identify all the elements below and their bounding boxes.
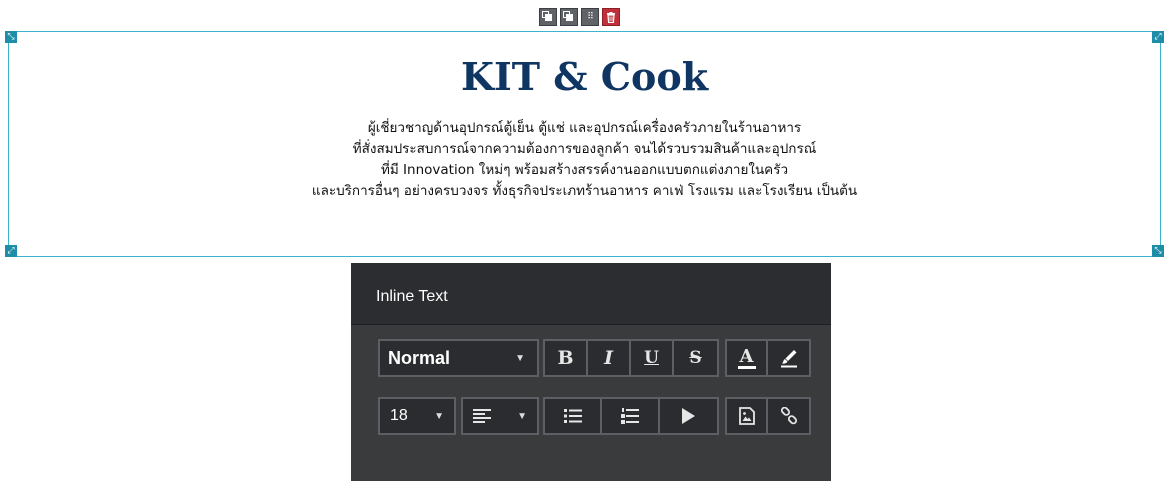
italic-icon: I (604, 347, 613, 369)
grid-icon: ⠿ (587, 11, 594, 22)
resize-handle-bottom-right[interactable]: ⤡ (1152, 245, 1164, 257)
align-select[interactable]: ▼ (461, 397, 539, 435)
image-icon (738, 407, 755, 425)
bold-button[interactable]: B (545, 341, 589, 375)
copy-block-button[interactable] (560, 8, 578, 26)
block-toolbar: ⠿ (539, 8, 620, 26)
clone-block-button[interactable] (539, 8, 557, 26)
copy-icon (562, 10, 573, 21)
resize-handle-top-right[interactable]: ⤢ (1152, 31, 1164, 43)
italic-button[interactable]: I (588, 341, 632, 375)
brush-icon (780, 350, 797, 368)
link-icon (780, 407, 797, 425)
trash-icon (607, 11, 615, 23)
font-size-value: 18 (390, 407, 408, 424)
description-line: ผู้เชี่ยวชาญด้านอุปกรณ์ตู้เย็น ตู้แช่ แล… (367, 120, 802, 136)
delete-block-button[interactable] (602, 8, 620, 26)
insert-image-button[interactable] (727, 399, 769, 433)
text-color-button[interactable]: A (727, 341, 769, 375)
grid-block-button[interactable]: ⠿ (581, 8, 599, 26)
underline-icon: U (644, 348, 659, 368)
bullet-list-icon (563, 409, 582, 423)
resize-handle-bottom-left[interactable]: ⤢ (5, 245, 17, 257)
highlight-button[interactable] (768, 341, 809, 375)
clone-icon (541, 10, 552, 21)
color-group: A (725, 339, 811, 377)
media-group (725, 397, 811, 435)
format-group: B I U S (543, 339, 719, 377)
selected-text-block[interactable]: ⤡ ⤢ ⤢ ⤡ KIT & Cook ผู้เชี่ยวชาญด้านอุปกร… (5, 31, 1164, 257)
strikethrough-button[interactable]: S (674, 341, 717, 375)
strikethrough-icon: S (689, 348, 702, 368)
description-line: ที่มี Innovation ใหม่ๆ พร้อมสร้างสรรค์งา… (380, 162, 789, 178)
align-left-icon (473, 409, 491, 423)
font-size-select[interactable]: 18 ▼ (378, 397, 456, 435)
description-line: ที่สั่งสมประสบการณ์จากความต้องการของลูกค… (352, 141, 817, 157)
block-description[interactable]: ผู้เชี่ยวชาญด้านอุปกรณ์ตู้เย็น ตู้แช่ แล… (9, 118, 1160, 202)
caret-down-icon: ▼ (434, 410, 444, 422)
resize-handle-top-left[interactable]: ⤡ (5, 31, 17, 43)
underline-button[interactable]: U (631, 341, 675, 375)
paragraph-style-select[interactable]: Normal ▼ (378, 339, 539, 377)
list-group (543, 397, 719, 435)
caret-down-icon: ▼ (515, 352, 525, 364)
bold-icon: B (557, 347, 574, 369)
text-color-icon: A (737, 345, 756, 369)
editor-title: Inline Text (376, 288, 448, 305)
numbered-list-icon (621, 408, 640, 424)
inline-text-editor: Inline Text Normal ▼ B I U S A 18 ▼ ▼ (351, 263, 831, 481)
bullet-list-button[interactable] (545, 399, 603, 433)
caret-down-icon: ▼ (517, 410, 527, 422)
style-value: Normal (388, 347, 451, 368)
description-line: และบริการอื่นๆ อย่างครบวงจร ทั้งธุรกิจปร… (311, 183, 858, 199)
play-icon (682, 408, 696, 424)
block-title[interactable]: KIT & Cook (9, 54, 1160, 99)
insert-link-button[interactable] (768, 399, 809, 433)
play-button[interactable] (660, 399, 717, 433)
numbered-list-button[interactable] (602, 399, 660, 433)
